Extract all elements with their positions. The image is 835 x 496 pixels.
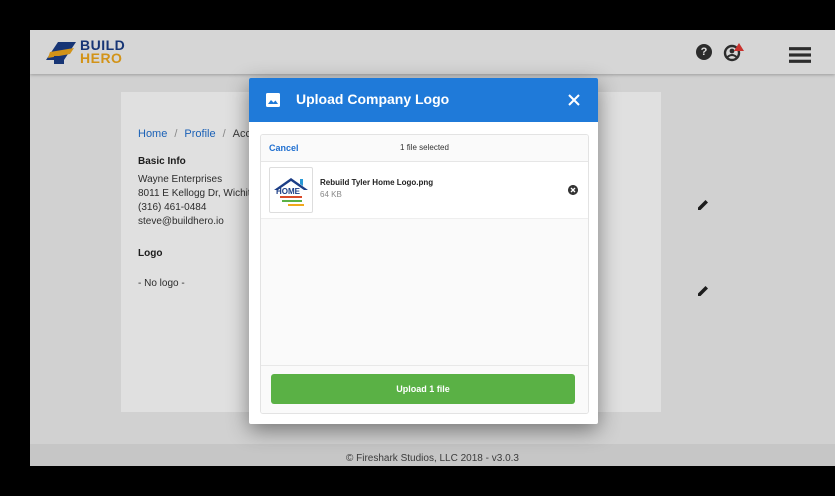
upload-files-button[interactable]: Upload 1 file	[271, 374, 575, 404]
file-list-item: HOME Rebuild Tyler Home Logo.png 64 KB	[261, 162, 588, 219]
files-selected-count: 1 file selected	[400, 143, 449, 152]
uploader-footer: Upload 1 file	[261, 365, 588, 413]
file-size: 64 KB	[320, 190, 342, 199]
remove-file-icon[interactable]	[568, 185, 578, 195]
dialog-title: Upload Company Logo	[296, 91, 450, 107]
upload-logo-dialog: Upload Company Logo Cancel 1 file select…	[249, 78, 598, 424]
file-name: Rebuild Tyler Home Logo.png	[320, 178, 434, 187]
file-drop-area[interactable]	[261, 219, 588, 365]
close-icon[interactable]	[567, 93, 581, 107]
thumbnail-text: HOME	[276, 187, 300, 196]
dialog-header: Upload Company Logo	[249, 78, 598, 122]
file-thumbnail: HOME	[269, 167, 313, 213]
uploader-toolbar: Cancel 1 file selected	[261, 135, 588, 162]
image-icon	[266, 93, 280, 107]
file-uploader: Cancel 1 file selected HOME Rebuild Tyle…	[260, 134, 589, 414]
